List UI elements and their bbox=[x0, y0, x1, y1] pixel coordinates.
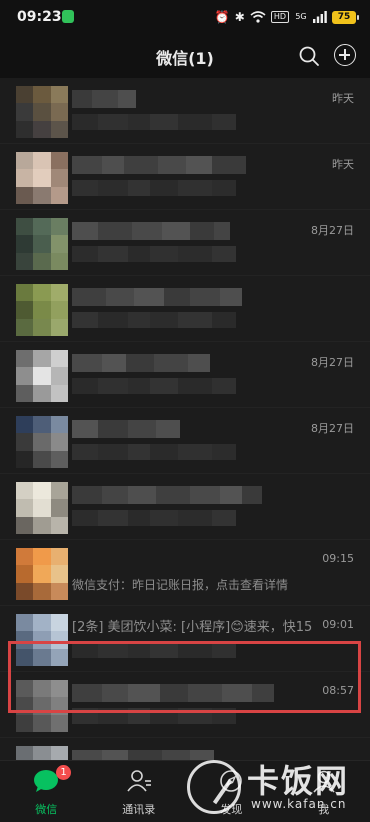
notification-app-icon bbox=[62, 10, 74, 23]
avatar bbox=[16, 86, 68, 138]
chat-preview: 微信支付：昨日记账日报，点击查看详情 bbox=[72, 578, 289, 592]
alarm-icon: ⏰ bbox=[214, 10, 230, 24]
tab-chats[interactable]: 1 微信 bbox=[0, 761, 93, 822]
blurred-chat-name bbox=[72, 684, 274, 702]
blurred-chat-name bbox=[72, 288, 242, 306]
blurred-chat-preview bbox=[72, 180, 236, 196]
avatar bbox=[16, 680, 68, 732]
chat-time: 8月27日 bbox=[311, 422, 354, 435]
avatar bbox=[16, 152, 68, 204]
compass-icon bbox=[220, 770, 243, 792]
contacts-icon bbox=[127, 770, 151, 792]
plus-circle-icon[interactable] bbox=[334, 44, 356, 66]
blurred-chat-name bbox=[72, 750, 214, 760]
title-bar: 微信(1) bbox=[0, 34, 370, 78]
person-icon bbox=[313, 770, 335, 793]
blurred-chat-preview bbox=[72, 378, 236, 394]
chat-item[interactable]: 昨天 bbox=[0, 144, 370, 210]
status-bar: 09:23 ⏰ ✱ HD 5G 75 bbox=[0, 0, 370, 34]
avatar bbox=[16, 614, 68, 666]
battery-icon: 75 bbox=[332, 10, 359, 24]
blurred-chat-preview bbox=[72, 510, 236, 526]
chat-item[interactable]: 8月27日 bbox=[0, 408, 370, 474]
signal-icon bbox=[313, 11, 327, 23]
blurred-chat-preview bbox=[72, 312, 236, 328]
blurred-chat-preview bbox=[72, 114, 236, 130]
chat-time: 昨天 bbox=[332, 158, 354, 171]
status-time: 09:23 bbox=[17, 9, 62, 25]
avatar bbox=[16, 350, 68, 402]
tab-me-label: 我 bbox=[318, 803, 330, 816]
search-icon[interactable] bbox=[298, 45, 320, 67]
tab-contacts-label: 通讯录 bbox=[122, 803, 156, 816]
chat-item[interactable]: 8月27日 bbox=[0, 210, 370, 276]
chat-time: 08:57 bbox=[322, 684, 354, 697]
avatar bbox=[16, 284, 68, 336]
avatar bbox=[16, 416, 68, 468]
unread-badge: 1 bbox=[56, 765, 71, 780]
chat-item[interactable]: 08:57 bbox=[0, 672, 370, 738]
blurred-chat-name bbox=[72, 90, 136, 108]
hd-badge: HD bbox=[270, 11, 289, 23]
chat-list: 昨天 昨天 8月27日 8月27日 8月27日 微信支付：昨日记账日报，点击查看详情 09:… bbox=[0, 78, 370, 760]
chat-item[interactable]: [2条] 美团饮小菜: [小程序]😊速来，快15 09:01 bbox=[0, 606, 370, 672]
chat-time: 09:15 bbox=[322, 552, 354, 565]
tab-discover-label: 发现 bbox=[220, 803, 243, 816]
bottom-nav: 1 微信 通讯录 发现 我 bbox=[0, 760, 370, 822]
blurred-chat-preview bbox=[72, 444, 236, 460]
tab-chats-label: 微信 bbox=[35, 803, 58, 816]
chat-time: 昨天 bbox=[332, 92, 354, 105]
avatar bbox=[16, 548, 68, 600]
avatar bbox=[16, 746, 68, 760]
chat-item[interactable]: 8月27日 bbox=[0, 342, 370, 408]
chat-item[interactable]: 昨天 bbox=[0, 78, 370, 144]
chat-item[interactable]: 微信支付：昨日记账日报，点击查看详情 09:15 bbox=[0, 540, 370, 606]
blurred-chat-preview bbox=[72, 708, 236, 724]
chat-item[interactable] bbox=[0, 738, 370, 760]
status-icons: ⏰ ✱ HD 5G 75 bbox=[214, 9, 359, 25]
blurred-chat-preview bbox=[72, 246, 236, 262]
bluetooth-icon: ✱ bbox=[234, 10, 245, 24]
chat-time: 8月27日 bbox=[311, 356, 354, 369]
chat-time: 09:01 bbox=[322, 618, 354, 631]
tab-discover[interactable]: 发现 bbox=[185, 761, 278, 822]
blurred-chat-name bbox=[72, 354, 210, 372]
blurred-chat-name bbox=[72, 156, 246, 174]
chat-name: [2条] 美团饮小菜: [小程序]😊速来，快15 bbox=[72, 620, 312, 635]
blurred-chat-preview bbox=[72, 642, 236, 658]
avatar bbox=[16, 482, 68, 534]
tab-contacts[interactable]: 通讯录 bbox=[93, 761, 186, 822]
blurred-chat-name bbox=[72, 222, 230, 240]
network-type-label: 5G bbox=[295, 12, 307, 21]
chat-item[interactable] bbox=[0, 276, 370, 342]
wifi-icon bbox=[250, 11, 266, 23]
chat-time: 8月27日 bbox=[311, 224, 354, 237]
tab-me[interactable]: 我 bbox=[278, 761, 370, 822]
chat-item[interactable] bbox=[0, 474, 370, 540]
blurred-chat-name bbox=[72, 420, 180, 438]
blurred-chat-name bbox=[72, 486, 262, 504]
avatar bbox=[16, 218, 68, 270]
